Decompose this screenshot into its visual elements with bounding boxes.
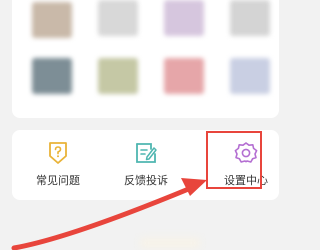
bottom-decoration xyxy=(140,238,200,248)
annotation-arrow-icon xyxy=(11,178,207,250)
